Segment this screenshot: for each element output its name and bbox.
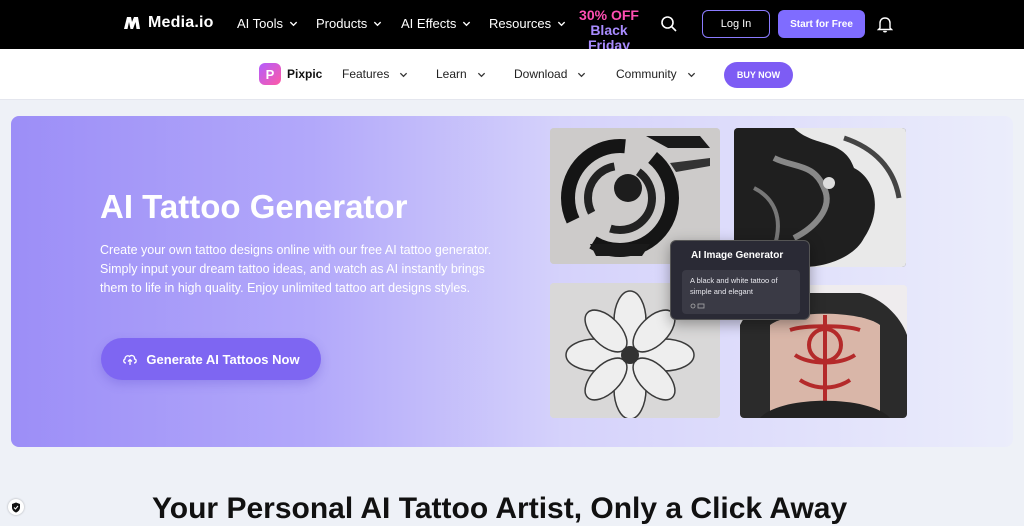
nav-label: Resources [489,16,552,31]
hero-banner: AI Tattoo Generator Create your own tatt… [11,116,1013,447]
nav-ai-effects[interactable]: AI Effects [401,16,471,31]
card-title: AI Image Generator [691,250,784,261]
ai-image-generator-card: AI Image Generator A black and white tat… [670,240,810,320]
pixpic-logo-icon: P [259,63,281,85]
promo-discount: 30% OFF [579,7,639,23]
generate-button-label: Generate AI Tattoos Now [146,351,300,367]
nav-products[interactable]: Products [316,16,382,31]
subnav-community[interactable]: Community [616,67,696,81]
chevron-down-icon [289,21,298,27]
subnav-label: Features [342,67,390,81]
section-heading: Your Personal AI Tattoo Artist, Only a C… [152,492,848,525]
pixpic-brand-name: Pixpic [287,67,323,81]
chevron-down-icon [463,21,471,27]
nav-label: AI Tools [237,16,284,31]
subnav-features[interactable]: Features [342,67,408,81]
start-for-free-button[interactable]: Start for Free [778,10,865,38]
search-icon[interactable] [660,15,678,33]
brand-name: Media.io [148,14,214,31]
prompt-box: A black and white tattoo of simple and e… [682,270,800,314]
subnav-label: Community [616,67,677,81]
chevron-down-icon [477,72,485,77]
subnav-download[interactable]: Download [514,67,586,81]
pixpic-logo[interactable]: P Pixpic [259,63,322,85]
media-io-logo[interactable]: Media.io [122,13,214,33]
prompt-tools-icon [690,303,705,309]
cloud-upload-icon [123,354,138,365]
media-io-logo-icon [124,17,140,29]
black-friday-promo[interactable]: 30% OFF Black Friday [573,8,645,53]
nav-label: AI Effects [401,16,457,31]
generate-ai-tattoos-button[interactable]: Generate AI Tattoos Now [101,338,321,380]
top-navbar: Media.io AI Tools Products AI Effects Re… [0,0,1024,53]
shield-icon [12,502,20,512]
hero-description: Create your own tattoo designs online wi… [100,243,492,295]
nav-ai-tools[interactable]: AI Tools [237,16,298,31]
subnav-label: Learn [436,67,467,81]
chevron-down-icon [578,72,586,77]
nav-label: Products [316,16,368,31]
page-title: AI Tattoo Generator [100,188,408,225]
subnav-label: Download [514,67,568,81]
shield-badge[interactable] [8,499,24,515]
chevron-down-icon [374,21,382,27]
subnav-learn[interactable]: Learn [436,67,486,81]
chevron-down-icon [400,72,408,77]
nav-resources[interactable]: Resources [489,16,566,31]
login-button[interactable]: Log In [702,10,770,38]
bell-icon[interactable] [877,15,893,33]
prompt-text: A black and white tattoo of simple and e… [690,276,778,296]
chevron-down-icon [558,21,566,27]
chevron-down-icon [687,72,695,77]
buy-now-button[interactable]: BUY NOW [724,62,793,88]
product-subnav: P Pixpic Features Learn Download Communi… [0,49,1024,100]
